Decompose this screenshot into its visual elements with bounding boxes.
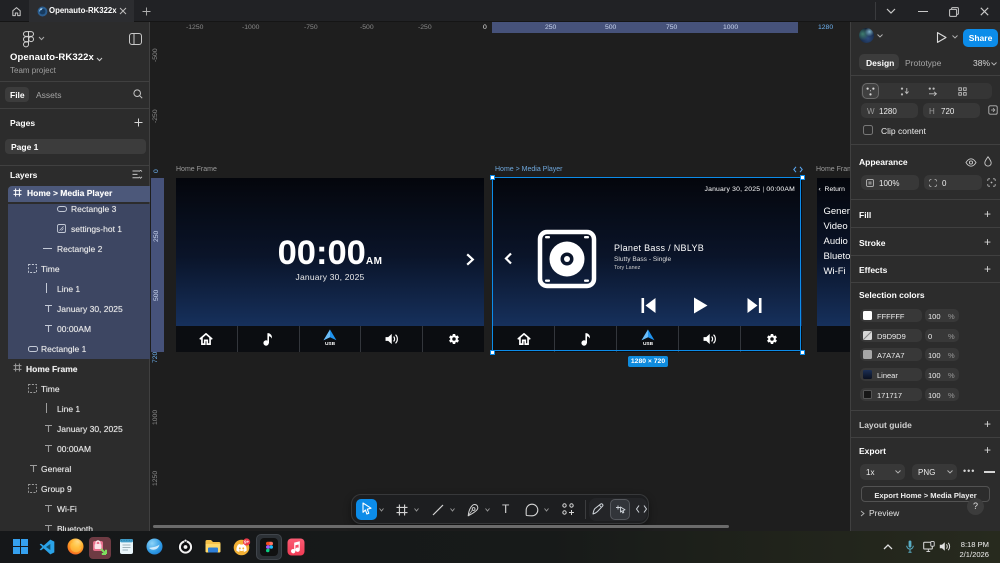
svg-text:9+: 9+	[244, 540, 250, 545]
svg-text:USB: USB	[325, 341, 336, 346]
svg-text:USB: USB	[642, 341, 653, 346]
